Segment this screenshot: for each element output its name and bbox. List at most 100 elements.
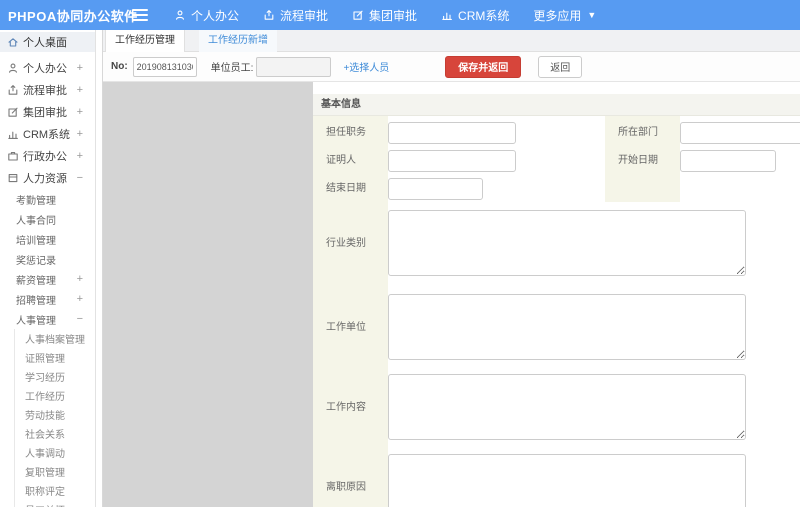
no-label: No: (111, 61, 128, 72)
back-button[interactable]: 返回 (538, 55, 583, 78)
sidebar-item-16[interactable]: 学习经历 (0, 367, 95, 386)
user-icon (174, 9, 186, 21)
expand-icon[interactable]: + (77, 62, 83, 74)
collapse-icon[interactable]: − (77, 172, 83, 184)
tab-1[interactable]: 工作经历新增 (199, 30, 277, 52)
tab-label: 工作经历新增 (208, 35, 268, 46)
topnav-item-label: 更多应用 (533, 8, 582, 23)
sidebar-item-9[interactable]: 培训管理 (0, 229, 95, 249)
sidebar-item-label: 奖惩记录 (16, 255, 56, 267)
form-toolbar: No: 单位员工: +选择人员 保存并返回 返回 (103, 52, 800, 82)
industry-textarea[interactable] (388, 210, 746, 276)
sidebar-item-label: 招聘管理 (16, 295, 56, 307)
sidebar-item-label: 工作经历 (25, 392, 65, 403)
content-textarea[interactable] (388, 374, 746, 440)
sidebar-item-14[interactable]: 人事档案管理 (0, 329, 95, 348)
field-label-end-date: 结束日期 (326, 183, 366, 194)
sidebar-item-label: 复职管理 (25, 468, 65, 479)
sidebar-item-22[interactable]: 职称评定 (0, 481, 95, 500)
sidebar-item-2[interactable]: 流程审批 + (0, 79, 95, 101)
expand-icon[interactable]: + (77, 106, 83, 118)
module-icon (7, 172, 19, 184)
company-textarea[interactable] (388, 294, 746, 360)
save-return-button[interactable]: 保存并返回 (445, 55, 522, 78)
sidebar-item-label: 劳动技能 (25, 411, 65, 422)
sidebar-item-label: 员工关怀 (25, 502, 65, 507)
sidebar-item-12[interactable]: 招聘管理 + (0, 289, 95, 309)
sidebar-item-label: 职称评定 (25, 487, 65, 498)
top-navigation: 个人办公 流程审批 集团审批 CRM系统 更多应用 ▼ (174, 7, 620, 24)
certifier-input[interactable] (388, 150, 516, 172)
reason-textarea[interactable] (388, 454, 746, 507)
expand-icon[interactable]: + (77, 84, 83, 96)
sidebar-item-label: 薪资管理 (16, 275, 56, 287)
sidebar-item-6[interactable]: 人力资源 − (0, 167, 95, 189)
tab-0[interactable]: 工作经历管理 (105, 30, 185, 52)
sidebar-item-20[interactable]: 人事调动 (0, 443, 95, 462)
field-label-reason: 离职原因 (326, 482, 366, 493)
sidebar-item-label: 流程审批 (23, 85, 67, 97)
topnav-item-3[interactable]: CRM系统 (441, 7, 509, 24)
menu-toggle-icon[interactable] (132, 9, 148, 21)
sidebar-item-11[interactable]: 薪资管理 + (0, 269, 95, 289)
field-label-start-date: 开始日期 (618, 155, 658, 166)
start-date-input[interactable] (680, 150, 776, 172)
sidebar-item-1[interactable]: 个人办公 + (0, 57, 95, 79)
field-label-company: 工作单位 (326, 322, 366, 333)
end-date-input[interactable] (388, 178, 483, 200)
sidebar-item-label: 行政办公 (23, 151, 67, 163)
topnav-item-1[interactable]: 流程审批 (263, 7, 328, 24)
sidebar-item-23[interactable]: 员工关怀 (0, 500, 95, 507)
sidebar-item-17[interactable]: 工作经历 (0, 386, 95, 405)
topnav-item-label: 集团审批 (369, 8, 418, 23)
edit-icon (7, 106, 19, 118)
sidebar-item-label: 人事档案管理 (25, 335, 85, 346)
main-area: 工作经历管理 工作经历新增 No: 单位员工: +选择人员 保存并返回 返回 基本… (103, 30, 800, 507)
sidebar-item-label: 集团审批 (23, 107, 67, 119)
sidebar-item-15[interactable]: 证照管理 (0, 348, 95, 367)
topnav-item-4[interactable]: 更多应用 ▼ (533, 7, 596, 24)
topnav-item-label: 流程审批 (280, 8, 329, 23)
field-label-position: 担任职务 (326, 127, 366, 138)
topbar: PHPOA协同办公软件 个人办公 流程审批 集团审批 CRM系统 更多应用 ▼ (0, 0, 800, 30)
topnav-item-0[interactable]: 个人办公 (174, 7, 239, 24)
topnav-item-2[interactable]: 集团审批 (352, 7, 417, 24)
sidebar-item-18[interactable]: 劳动技能 (0, 405, 95, 424)
label-column-left (313, 116, 388, 507)
sidebar-item-label: 考勤管理 (16, 195, 56, 207)
sidebar-item-19[interactable]: 社会关系 (0, 424, 95, 443)
edit-icon (352, 9, 364, 21)
sidebar-item-0[interactable]: 个人桌面 (0, 32, 95, 52)
sidebar-item-4[interactable]: CRM系统 + (0, 123, 95, 145)
sidebar-item-label: 培训管理 (16, 235, 56, 247)
collapse-icon[interactable]: − (77, 313, 83, 325)
topnav-item-label: CRM系统 (458, 8, 510, 23)
employee-input[interactable] (256, 56, 332, 77)
briefcase-icon (7, 150, 19, 162)
department-input[interactable] (680, 122, 800, 144)
process-icon (263, 9, 275, 21)
employee-label: 单位员工: (210, 63, 254, 74)
expand-icon[interactable]: + (77, 150, 83, 162)
sidebar-item-5[interactable]: 行政办公 + (0, 145, 95, 167)
section-title: 基本信息 (313, 94, 800, 116)
sidebar-item-10[interactable]: 奖惩记录 (0, 249, 95, 269)
sidebar-item-13[interactable]: 人事管理 − (0, 309, 95, 329)
content-canvas: 基本信息 担任职务 所在部门 证明人 开始日期 结束日期 行业类别 工作单位 工… (103, 82, 800, 507)
sidebar-splitter[interactable] (96, 30, 103, 507)
sidebar-item-21[interactable]: 复职管理 (0, 462, 95, 481)
tab-bar: 工作经历管理 工作经历新增 (103, 30, 800, 52)
sidebar-item-label: 社会关系 (25, 430, 65, 441)
select-person-link[interactable]: +选择人员 (343, 59, 389, 74)
sidebar-item-7[interactable]: 考勤管理 (0, 189, 95, 209)
no-input[interactable] (132, 56, 197, 77)
sidebar-item-3[interactable]: 集团审批 + (0, 101, 95, 123)
position-input[interactable] (388, 122, 516, 144)
process-icon (7, 84, 19, 96)
expand-icon[interactable]: + (77, 128, 83, 140)
expand-icon[interactable]: + (77, 293, 83, 305)
sidebar-item-label: 人事调动 (25, 449, 65, 460)
field-label-department: 所在部门 (618, 127, 658, 138)
sidebar-item-8[interactable]: 人事合同 (0, 209, 95, 229)
expand-icon[interactable]: + (77, 273, 83, 285)
